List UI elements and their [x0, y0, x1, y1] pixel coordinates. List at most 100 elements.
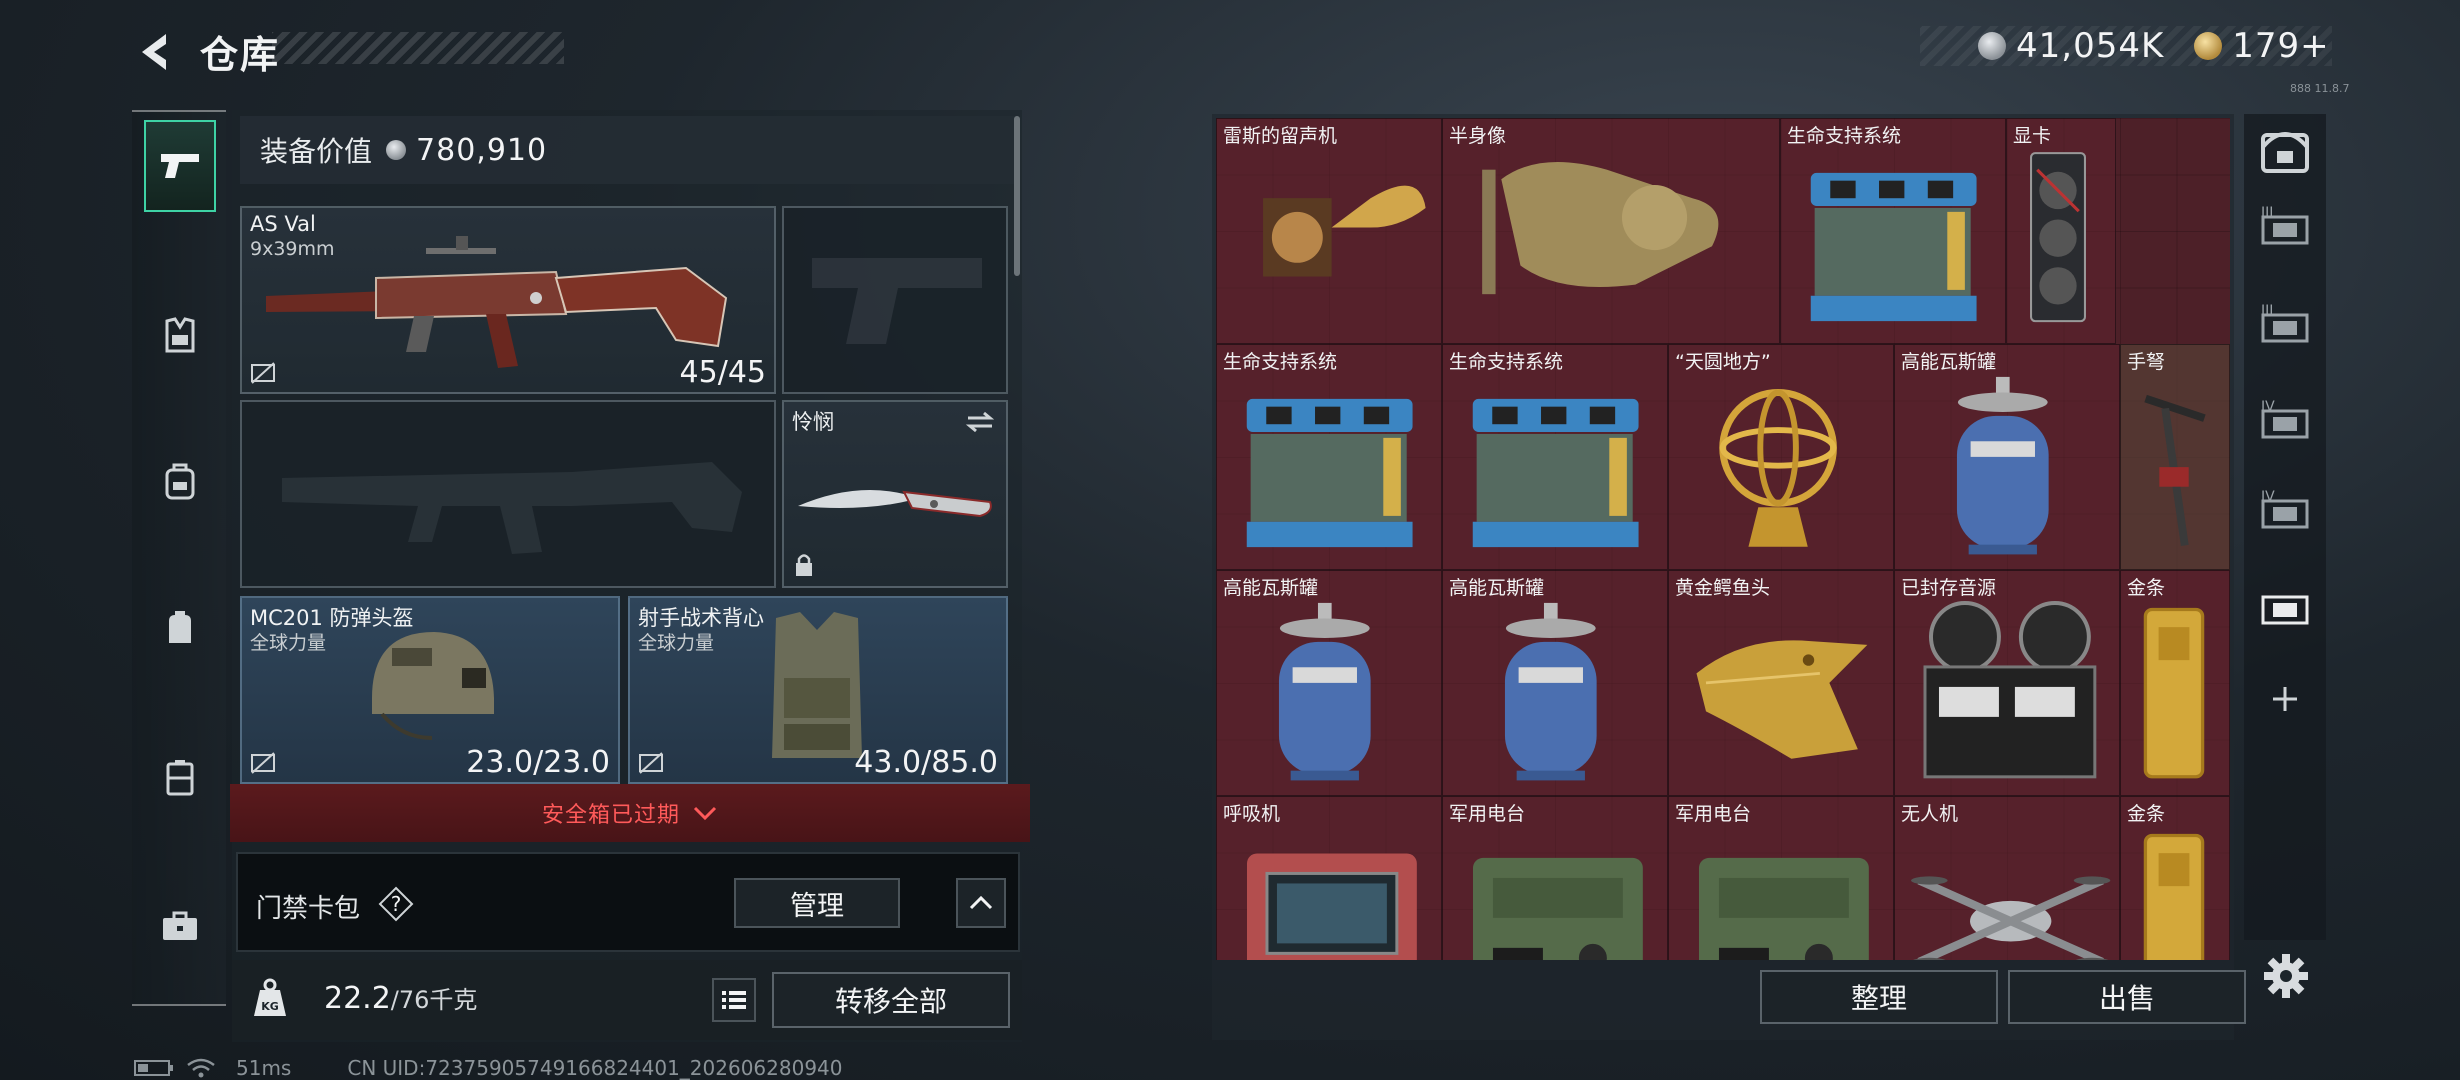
vault-tab[interactable]	[2254, 114, 2316, 188]
currency-bar: 41,054K 179+	[1920, 26, 2332, 66]
helmet-slot[interactable]: MC201 防弹头盔 全球力量 23.0/23.0	[240, 596, 620, 784]
stash-item-cell[interactable]: 生命支持系统	[1780, 118, 2006, 344]
weight-value: 22.2/76千克	[324, 980, 477, 1016]
stash-item-cell[interactable]: 显卡	[2006, 118, 2116, 344]
stash-item-cell[interactable]: 半身像	[1442, 118, 1780, 344]
tape-recorder-icon	[1923, 600, 2097, 779]
container-icon	[166, 760, 194, 796]
gas-canister-icon	[1278, 602, 1371, 781]
gold-bar-icon	[2143, 833, 2205, 960]
stash-item-name: 无人机	[1901, 803, 1959, 825]
user-uid: CN UID:72375905749166824401_202606280940	[347, 1056, 843, 1080]
gas-canister-icon	[1504, 602, 1597, 781]
stash-item-name: 金条	[2127, 577, 2166, 599]
stash-item-cell[interactable]: 高能瓦斯罐	[1216, 570, 1442, 796]
stash-grid[interactable]: 雷斯的留声机 半身像 生命支持系统 显卡 生命支持系统 生命支持系统 “天圆地方” 高能瓦斯罐…	[1216, 118, 2230, 960]
list-view-button[interactable]	[712, 978, 756, 1022]
melee-slot[interactable]: 怜悯	[782, 400, 1008, 588]
stash-item-cell[interactable]: 生命支持系统	[1442, 344, 1668, 570]
add-tab[interactable]	[2254, 662, 2316, 736]
transfer-all-button[interactable]: 转移全部	[772, 972, 1010, 1028]
stash-item-name: 军用电台	[1675, 803, 1752, 825]
stash-3-icon: IV	[2261, 399, 2309, 439]
safebox-expired-text: 安全箱已过期	[541, 803, 680, 828]
stash-item-cell[interactable]: 高能瓦斯罐	[1442, 570, 1668, 796]
stash-item-name: 手弩	[2127, 351, 2166, 373]
category-container[interactable]	[144, 732, 216, 824]
silver-coin-icon	[386, 140, 407, 160]
equipment-value-label: 装备价值	[260, 135, 373, 168]
stash-2-tab[interactable]: III	[2254, 286, 2316, 360]
tidy-button[interactable]: 整理	[1760, 970, 1998, 1024]
help-icon[interactable]: ?	[378, 886, 414, 922]
sell-button[interactable]: 出售	[2008, 970, 2246, 1024]
stash-item-cell[interactable]: 高能瓦斯罐	[1894, 344, 2120, 570]
stash-item-cell[interactable]: 军用电台	[1668, 796, 1894, 960]
stash-3-tab[interactable]: IV	[2254, 382, 2316, 456]
primary-weapon-slot[interactable]: AS Val 9x39mm 45/45	[240, 206, 776, 394]
life-support-icon	[1810, 172, 1977, 322]
stash-item-name: 雷斯的留声机	[1223, 125, 1338, 147]
safebox-expired-bar[interactable]: 安全箱已过期	[230, 784, 1030, 842]
stash-item-name: 已封存音源	[1901, 577, 1997, 599]
stash-item-name: 生命支持系统	[1787, 125, 1902, 147]
sidearm-slot[interactable]	[782, 206, 1008, 394]
stash-item-name: 生命支持系统	[1449, 351, 1564, 373]
stash-item-cell[interactable]: 手弩	[2120, 344, 2230, 570]
collapse-button[interactable]	[956, 878, 1006, 928]
vest-item-icon	[772, 612, 862, 758]
vest-slot[interactable]: 射手战术背心 全球力量 43.0/85.0	[628, 596, 1008, 784]
stash-item-cell[interactable]: 黄金鳄鱼头	[1668, 570, 1894, 796]
category-pouch[interactable]	[144, 582, 216, 674]
weight-current: 22.2	[324, 981, 391, 1016]
stash-item-cell[interactable]: 金条	[2120, 796, 2230, 960]
stash-item-name: 金条	[2127, 803, 2166, 825]
helmet-durability: 23.0/23.0	[466, 745, 610, 780]
category-armor[interactable]	[144, 290, 216, 382]
stash-5-tab[interactable]	[2254, 568, 2316, 642]
stash-item-name: 军用电台	[1449, 803, 1526, 825]
category-sidebar	[132, 110, 226, 1006]
add-icon	[2273, 687, 2297, 711]
stash-item-cell[interactable]: 已封存音源	[1894, 570, 2120, 796]
stash-item-cell[interactable]: 生命支持系统	[1216, 344, 1442, 570]
stash-item-name: 半身像	[1449, 125, 1507, 147]
stash-item-cell[interactable]: 雷斯的留声机	[1216, 118, 1442, 344]
category-weapons[interactable]	[144, 120, 216, 212]
stash-item-cell[interactable]: 军用电台	[1442, 796, 1668, 960]
category-case[interactable]	[144, 880, 216, 972]
gramophone-icon	[1262, 185, 1426, 277]
chevron-down-icon	[693, 806, 717, 821]
pouch-icon	[169, 611, 191, 643]
svg-text:KG: KG	[261, 1000, 279, 1013]
stash-item-name: 高能瓦斯罐	[1223, 577, 1319, 599]
stash-4-tab[interactable]: IV	[2254, 472, 2316, 546]
stash-item-cell[interactable]: “天圆地方”	[1668, 344, 1894, 570]
stash-item-cell[interactable]: 呼吸机	[1216, 796, 1442, 960]
loadout-scrollbar[interactable]	[1014, 116, 1020, 276]
pistol-icon	[161, 154, 199, 178]
melee-name: 怜悯	[792, 410, 834, 434]
swap-icon[interactable]	[964, 410, 996, 434]
rifle-placeholder-icon	[282, 462, 742, 554]
vest-icon	[165, 317, 195, 353]
equipment-value: 780,910	[416, 132, 548, 168]
lock-icon	[796, 554, 812, 576]
manage-button[interactable]: 管理	[734, 878, 900, 928]
life-support-icon	[1246, 398, 1413, 548]
secondary-weapon-slot[interactable]	[240, 400, 776, 588]
stash-item-name: 高能瓦斯罐	[1449, 577, 1545, 599]
stash-item-cell[interactable]: 金条	[2120, 570, 2230, 796]
backpack-icon	[165, 463, 195, 500]
stash-1-icon: III	[2261, 205, 2309, 245]
settings-button[interactable]	[2262, 952, 2310, 1000]
radio-icon	[1698, 857, 1869, 960]
stash-1-tab[interactable]: III	[2254, 188, 2316, 262]
weapon-ammo-count: 45/45	[679, 355, 766, 390]
back-button[interactable]	[130, 26, 182, 78]
status-bar: 51ms CN UID:72375905749166824401_2026062…	[134, 1056, 843, 1080]
stash-item-cell[interactable]: 无人机	[1894, 796, 2120, 960]
category-backpack[interactable]	[144, 436, 216, 528]
drone-icon	[1911, 876, 2111, 960]
not-insured-icon	[639, 752, 663, 774]
